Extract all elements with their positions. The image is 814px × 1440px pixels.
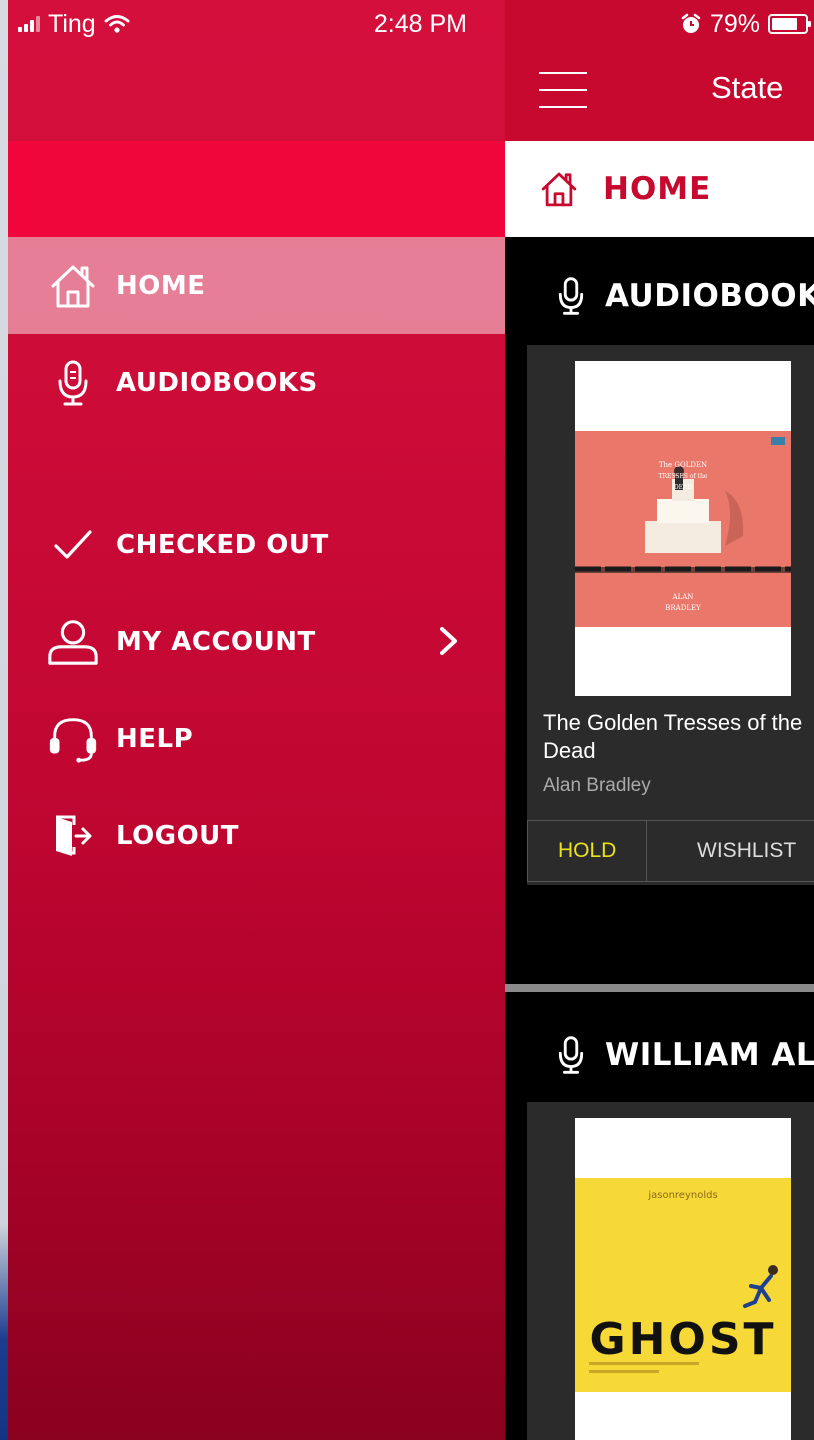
logout-icon bbox=[46, 809, 100, 863]
alarm-icon bbox=[681, 13, 701, 33]
hold-button[interactable]: HOLD bbox=[528, 821, 648, 881]
drawer-item-my-account[interactable]: MY ACCOUNT bbox=[8, 593, 505, 690]
cover-art: jasonreynolds GHOST bbox=[575, 1178, 791, 1392]
drawer-item-label: LOGOUT bbox=[116, 820, 240, 851]
microphone-icon bbox=[558, 277, 584, 315]
battery-percent: 79% bbox=[709, 9, 760, 38]
drawer-item-label: HELP bbox=[116, 723, 194, 754]
carrier-name: Ting bbox=[48, 9, 96, 38]
cover-art: The GOLDEN TRESSES of the DEAD ALAN BRAD… bbox=[575, 431, 791, 627]
cover-title: GHOST bbox=[589, 1314, 776, 1365]
app-header: 79% State bbox=[505, 0, 814, 141]
checkmark-icon bbox=[46, 518, 100, 572]
microphone-icon bbox=[46, 356, 100, 410]
signal-icon bbox=[18, 16, 40, 32]
drawer-item-label: CHECKED OUT bbox=[116, 529, 329, 560]
drawer-header-banner bbox=[8, 141, 505, 237]
home-icon bbox=[46, 259, 100, 313]
cover-title-line-1: The GOLDEN bbox=[659, 461, 707, 469]
book-card[interactable]: The GOLDEN TRESSES of the DEAD ALAN BRAD… bbox=[527, 345, 814, 885]
page-title: HOME bbox=[603, 171, 712, 207]
navigation-drawer: Ting 2:48 PM HOME AUDIOBOOKS CHECKED OUT… bbox=[8, 0, 505, 1440]
status-time: 2:48 PM bbox=[373, 10, 467, 38]
book-cover[interactable]: The GOLDEN TRESSES of the DEAD ALAN BRAD… bbox=[575, 361, 791, 696]
cover-author: jasonreynolds bbox=[647, 1190, 717, 1201]
section-title-audiobooks[interactable]: AUDIOBOOK bbox=[557, 271, 814, 321]
cover-title-line-3: DEAD bbox=[674, 484, 693, 491]
section-title-label: AUDIOBOOK bbox=[605, 278, 814, 314]
page-title-bar: HOME bbox=[505, 141, 814, 237]
drawer-item-checked-out[interactable]: CHECKED OUT bbox=[8, 496, 505, 593]
chevron-right-icon bbox=[429, 621, 469, 661]
headset-icon bbox=[46, 712, 100, 766]
book-actions: HOLD WISHLIST bbox=[527, 820, 814, 882]
battery-icon bbox=[768, 14, 811, 34]
drawer-nav-list: HOME AUDIOBOOKS CHECKED OUT MY ACCOUNT H… bbox=[8, 237, 505, 884]
drawer-item-label: AUDIOBOOKS bbox=[116, 367, 318, 398]
cover-author-line-2: BRADLEY bbox=[665, 604, 701, 612]
user-icon bbox=[46, 615, 100, 669]
section-title-william[interactable]: WILLIAM AL bbox=[557, 1030, 814, 1080]
home-icon bbox=[541, 172, 577, 207]
status-bar-left: Ting bbox=[18, 8, 130, 40]
drawer-item-label: HOME bbox=[116, 270, 206, 301]
status-bar-right: 79% bbox=[680, 8, 811, 40]
book-title[interactable]: The Golden Tresses of the Dead bbox=[543, 709, 814, 765]
cover-author-line-1: ALAN bbox=[672, 593, 694, 601]
wifi-icon bbox=[104, 15, 130, 33]
main-content: 79% State HOME AUDIOBOOK The GOLDEN TRES… bbox=[505, 0, 814, 1440]
section-divider bbox=[505, 984, 814, 992]
hamburger-menu-button[interactable] bbox=[539, 70, 587, 110]
background-edge bbox=[0, 0, 8, 1440]
drawer-item-home[interactable]: HOME bbox=[8, 237, 505, 334]
cover-title-line-2: TRESSES of the bbox=[659, 473, 708, 480]
book-cover[interactable]: jasonreynolds GHOST bbox=[575, 1118, 791, 1440]
microphone-icon bbox=[558, 1036, 584, 1074]
app-title: State bbox=[711, 70, 784, 105]
wishlist-button[interactable]: WISHLIST bbox=[647, 821, 814, 881]
drawer-item-label: MY ACCOUNT bbox=[116, 626, 316, 657]
book-author[interactable]: Alan Bradley bbox=[543, 775, 651, 797]
book-card[interactable]: jasonreynolds GHOST bbox=[527, 1102, 814, 1440]
drawer-item-logout[interactable]: LOGOUT bbox=[8, 787, 505, 884]
drawer-item-audiobooks[interactable]: AUDIOBOOKS bbox=[8, 334, 505, 431]
section-title-label: WILLIAM AL bbox=[605, 1037, 814, 1073]
drawer-item-help[interactable]: HELP bbox=[8, 690, 505, 787]
